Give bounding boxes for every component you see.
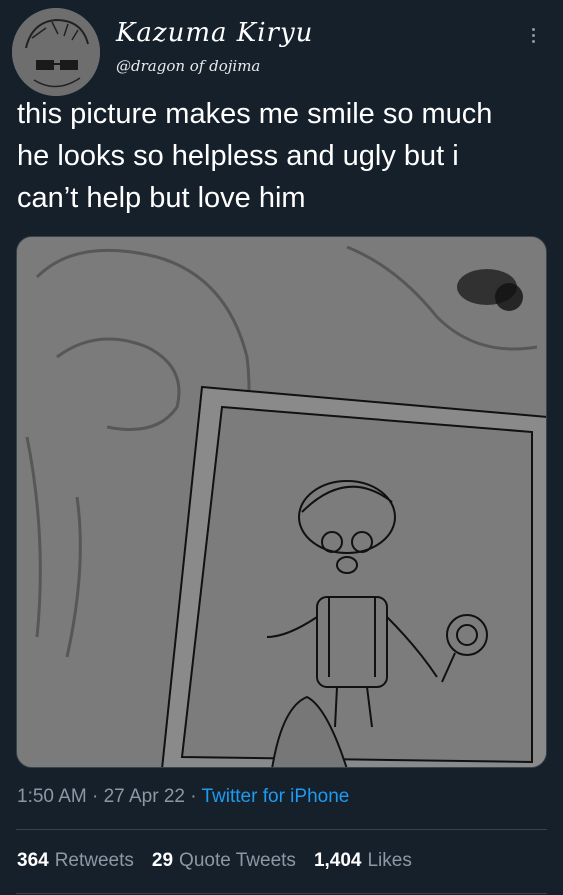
avatar[interactable] bbox=[12, 8, 100, 96]
more-vertical-icon bbox=[531, 39, 535, 43]
retweets-stat[interactable]: 364 Retweets bbox=[17, 850, 134, 872]
divider bbox=[16, 829, 547, 830]
meta-separator: · bbox=[190, 786, 197, 807]
user-handle[interactable]: @dragon of dojima bbox=[116, 57, 260, 75]
tweet-time[interactable]: 1:50 AM bbox=[17, 786, 87, 807]
tweet-text: this picture makes me smile so much he l… bbox=[17, 93, 552, 219]
likes-count: 1,404 bbox=[313, 850, 362, 871]
retweets-count: 364 bbox=[17, 850, 49, 871]
retweets-label: Retweets bbox=[54, 850, 134, 871]
more-vertical-icon bbox=[531, 27, 535, 31]
tweet-meta: 1:50 AM · 27 Apr 22 · Twitter for iPhone bbox=[17, 786, 349, 808]
tweet: Kazuma Kiryu @dragon of dojima this pict… bbox=[0, 0, 563, 895]
quote-tweets-stat[interactable]: 29 Quote Tweets bbox=[152, 850, 296, 872]
tweet-text-line: he looks so helpless and ugly but i bbox=[17, 140, 459, 172]
tweet-media-image[interactable] bbox=[16, 236, 547, 768]
divider bbox=[16, 893, 547, 894]
tweet-stats: 364 Retweets 29 Quote Tweets 1,404 Likes bbox=[17, 850, 412, 872]
tweet-source-link[interactable]: Twitter for iPhone bbox=[202, 786, 350, 807]
quote-tweets-label: Quote Tweets bbox=[179, 850, 296, 871]
more-vertical-icon bbox=[531, 33, 535, 37]
quote-tweets-count: 29 bbox=[151, 850, 174, 871]
tweet-date[interactable]: 27 Apr 22 bbox=[104, 786, 185, 807]
meta-separator: · bbox=[92, 786, 99, 807]
tweet-text-line: can’t help but love him bbox=[17, 182, 306, 214]
sketch-drawing bbox=[17, 237, 546, 767]
display-name[interactable]: Kazuma Kiryu bbox=[116, 18, 313, 48]
tweet-text-line: this picture makes me smile so much bbox=[17, 98, 493, 130]
likes-stat[interactable]: 1,404 Likes bbox=[314, 850, 412, 872]
likes-label: Likes bbox=[367, 850, 412, 871]
avatar-sketch-image bbox=[12, 8, 100, 96]
more-options-button[interactable] bbox=[518, 20, 548, 50]
